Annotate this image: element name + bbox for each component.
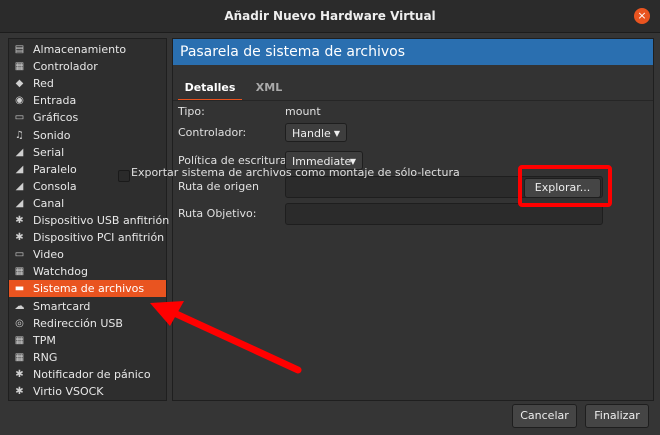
sidebar-item[interactable]: ☁ Smartcard [9, 298, 166, 315]
sidebar-item[interactable]: ▭ Gráficos [9, 109, 166, 126]
channel-icon: ◢ [15, 198, 24, 209]
sidebar-item[interactable]: ▤ Almacenamiento [9, 41, 166, 58]
smartcard-icon: ☁ [14, 301, 25, 312]
sidebar-item-label: Entrada [33, 94, 77, 107]
controlador-label: Controlador: [178, 126, 247, 139]
sidebar-item-label: Canal [33, 197, 65, 210]
video-icon: ▭ [14, 249, 25, 260]
mouse-icon: ◉ [15, 95, 24, 106]
hardware-list: ▤ Almacenamiento ▦ Controlador ◆ Red ◉ Entrada ▭… [8, 38, 170, 401]
controlador-value: Handle [292, 127, 331, 140]
sidebar-item[interactable]: ▦ Controlador [9, 58, 166, 75]
annotation-highlight-box [518, 165, 612, 207]
sidebar-item[interactable]: ▦ RNG [9, 349, 166, 366]
sidebar-item-label: Watchdog [33, 265, 88, 278]
tab-detalles[interactable]: Detalles [178, 79, 242, 101]
sidebar-item[interactable]: ✱ Virtio VSOCK [9, 383, 166, 400]
sidebar-item[interactable]: ◢ Canal [9, 195, 166, 212]
sidebar-item[interactable]: ▦ TPM [9, 332, 166, 349]
serial-icon: ◢ [15, 147, 24, 158]
sidebar-item[interactable]: ▭ Video [9, 246, 166, 263]
finish-button[interactable]: Finalizar [585, 404, 649, 428]
details-panel: Pasarela de sistema de archivos Detalles… [172, 38, 654, 401]
tpm-icon: ▦ [14, 335, 25, 346]
controller-icon: ▦ [14, 61, 25, 72]
sidebar-item-label: Controlador [33, 60, 98, 73]
sidebar-item-label: Red [33, 77, 54, 90]
dialog-footer: Cancelar Finalizar [0, 400, 660, 435]
sidebar-item-label: RNG [33, 351, 58, 364]
display-icon: ▭ [14, 112, 25, 123]
pci-icon: ✱ [15, 232, 24, 243]
vsock-icon: ✱ [15, 386, 24, 397]
sound-icon: ♫ [15, 130, 24, 141]
storage-icon: ▤ [14, 44, 25, 55]
sidebar-item-label: Video [33, 248, 64, 261]
title-bar: Añadir Nuevo Hardware Virtual × [0, 0, 660, 33]
sidebar-item[interactable]: ◢ Serial [9, 144, 166, 161]
sidebar-item-label: Dispositivo PCI anfitrión [33, 231, 165, 244]
sidebar-item[interactable]: ◢ Consola [9, 178, 166, 195]
tipo-label: Tipo: [178, 105, 205, 118]
sidebar-item[interactable]: ◆ Red [9, 75, 166, 92]
panic-icon: ✱ [15, 369, 24, 380]
close-icon[interactable]: × [634, 8, 650, 24]
sidebar-item[interactable]: ✱ Dispositivo USB anfitrión [9, 212, 170, 229]
controlador-dropdown[interactable]: Handle ▼ [285, 123, 347, 142]
sidebar-item-label: Sonido [33, 129, 71, 142]
sidebar-item-label: Smartcard [33, 300, 91, 313]
sidebar-item-label: Serial [33, 146, 65, 159]
sidebar-item[interactable]: ◎ Redirección USB [9, 315, 166, 332]
network-icon: ◆ [15, 78, 24, 89]
readonly-label: Exportar sistema de archivos como montaj… [131, 166, 460, 179]
sidebar-item-label: Almacenamiento [33, 43, 127, 56]
ruta-objetivo-label: Ruta Objetivo: [178, 207, 257, 220]
tipo-value: mount [285, 105, 321, 118]
panel-header: Pasarela de sistema de archivos [173, 39, 653, 65]
sidebar-item-label: Consola [33, 180, 77, 193]
sidebar-item-label: Virtio VSOCK [33, 385, 104, 398]
folder-icon: ▬ [14, 283, 25, 294]
chevron-down-icon: ▼ [333, 129, 340, 138]
sidebar-item[interactable]: ✱ Notificador de pánico [9, 366, 166, 383]
sidebar-item-label: Notificador de pánico [33, 368, 151, 381]
readonly-checkbox[interactable] [118, 170, 130, 182]
sidebar-item-label: Dispositivo USB anfitrión [33, 214, 170, 227]
sidebar-item[interactable]: ✱ Dispositivo PCI anfitrión [9, 229, 166, 246]
usb-redirect-icon: ◎ [15, 318, 24, 329]
ruta-origen-label: Ruta de origen [178, 180, 259, 193]
cancel-button[interactable]: Cancelar [512, 404, 577, 428]
window-title: Añadir Nuevo Hardware Virtual [224, 9, 436, 23]
sidebar-item-label: Gráficos [33, 111, 79, 124]
sidebar-item-label: TPM [33, 334, 56, 347]
sidebar-item[interactable]: ▬ Sistema de archivos [9, 280, 166, 297]
sidebar-item-label: Sistema de archivos [33, 282, 145, 295]
console-icon: ◢ [15, 181, 24, 192]
sidebar-item-label: Redirección USB [33, 317, 123, 330]
tab-content: Tipo: mount Controlador: Handle ▼ Políti… [173, 100, 653, 401]
usb-icon: ✱ [15, 215, 24, 226]
sidebar-item[interactable]: ▦ Watchdog [9, 263, 166, 280]
rng-icon: ▦ [14, 352, 25, 363]
parallel-icon: ◢ [15, 164, 24, 175]
sidebar-item[interactable]: ♫ Sonido [9, 127, 166, 144]
watchdog-icon: ▦ [14, 266, 25, 277]
sidebar-item-label: Paralelo [33, 163, 77, 176]
sidebar-item[interactable]: ◉ Entrada [9, 92, 166, 109]
panel-title: Pasarela de sistema de archivos [180, 44, 406, 60]
tab-xml[interactable]: XML [249, 79, 289, 99]
